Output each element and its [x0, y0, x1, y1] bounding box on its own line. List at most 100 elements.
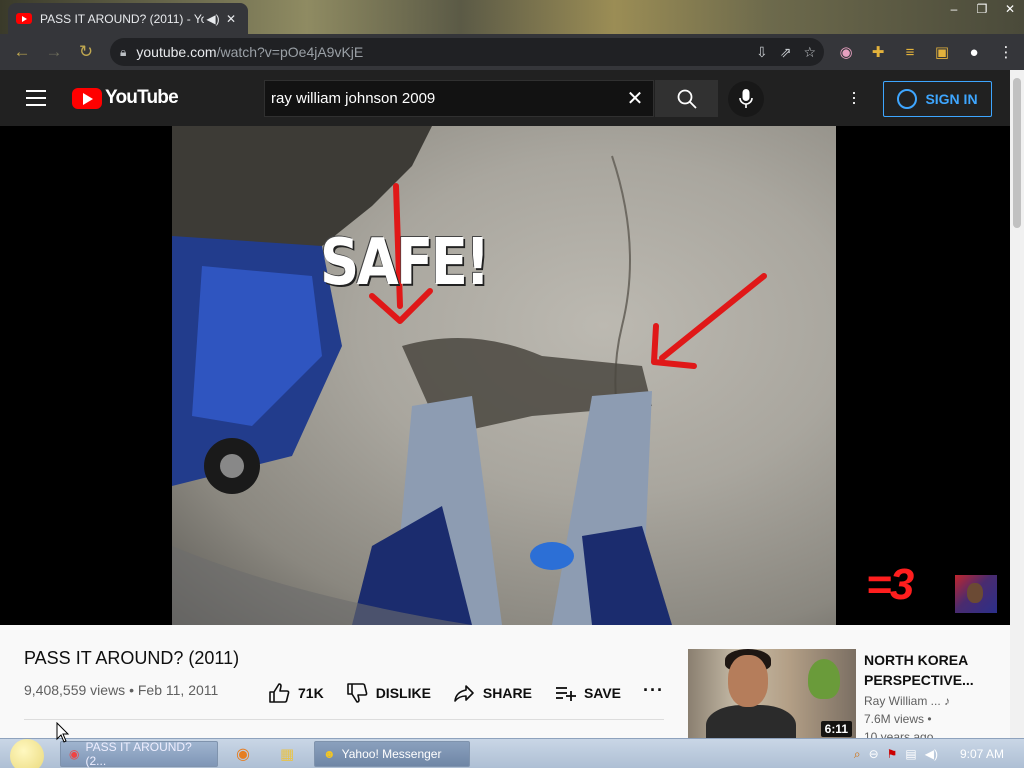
network-tray-icon[interactable]: ⊖ [869, 747, 879, 761]
save-label: SAVE [583, 685, 622, 701]
meta-separator: • [129, 682, 138, 698]
yahoo-messenger-icon: ☻ [323, 747, 336, 761]
dislike-label: DISLIKE [375, 685, 431, 701]
divider [24, 719, 664, 720]
thumbs-down-icon [346, 683, 368, 703]
system-tray: ⌕ ⊖ ⚑ ▤ ◀) 9:07 AM [854, 739, 1024, 768]
video-info-section: PASS IT AROUND? (2011) 9,408,559 views •… [0, 625, 1010, 744]
search-button[interactable] [655, 80, 718, 117]
taskbar-item-label: PASS IT AROUND? (2... [85, 740, 192, 768]
taskbar: ◉ PASS IT AROUND? (2... ◉ ▦ ☻ Yahoo! Mes… [0, 738, 1024, 768]
close-window-button[interactable]: ✕ [996, 0, 1024, 18]
screen: PASS IT AROUND? (2011) - YouTube ◀) ✕ – … [0, 0, 1024, 768]
search-input[interactable]: ray william johnson 2009 ✕ [264, 80, 654, 117]
url-host: youtube.com [136, 44, 217, 60]
side-panel-icon[interactable]: ▣ [926, 43, 958, 61]
taskbar-item-folder[interactable]: ▦ [272, 741, 302, 767]
taskbar-item-firefox[interactable]: ◉ [228, 741, 258, 767]
save-button[interactable]: SAVE [554, 682, 621, 704]
channel-watermark[interactable] [955, 575, 997, 613]
tab-title: PASS IT AROUND? (2011) - YouTube [40, 11, 204, 26]
volume-icon[interactable]: ◀) [925, 747, 938, 761]
search-tray-icon[interactable]: ⌕ [854, 747, 861, 762]
reload-icon[interactable]: ↻ [70, 36, 102, 68]
flag-extension-icon[interactable]: ◉ [830, 43, 862, 61]
bookmark-star-icon[interactable]: ☆ [803, 44, 816, 61]
chrome-icon: ◉ [69, 747, 80, 761]
folder-icon: ▦ [280, 746, 295, 763]
upload-date: Feb 11, 2011 [137, 682, 219, 698]
hamburger-menu-icon[interactable] [26, 90, 46, 106]
address-bar[interactable]: 🔒︎ youtube.com/watch?v=pOe4jA9vKjE ⇩ ⇗ ☆ [110, 38, 824, 66]
taskbar-item-chrome[interactable]: ◉ PASS IT AROUND? (2... [60, 740, 218, 768]
security-alert-icon[interactable]: ⚑ [887, 747, 898, 761]
url-text: youtube.com/watch?v=pOe4jA9vKjE [136, 44, 363, 60]
taskbar-clock: 9:07 AM [959, 747, 1004, 761]
firefox-icon: ◉ [236, 746, 250, 763]
video-frame [172, 126, 836, 625]
video-actions: 71K DISLIKE SHARE SAVE ··· [268, 680, 686, 704]
lock-icon: 🔒︎ [120, 44, 127, 59]
video-overlay-text: SAFE! [320, 226, 490, 300]
video-player[interactable]: SAFE! [0, 126, 1008, 625]
start-smiley-icon [10, 739, 44, 768]
display-tray-icon[interactable]: ▤ [905, 747, 916, 761]
like-button[interactable]: 71K [268, 682, 324, 704]
recommended-thumbnail[interactable]: 6:11 [688, 649, 856, 743]
chrome-menu-icon[interactable]: ⋮ [990, 43, 1022, 61]
recommended-view-count: 7.6M views [864, 712, 925, 726]
recommended-channel[interactable]: Ray William ... ♪ [864, 694, 950, 708]
taskbar-item-label: Yahoo! Messenger [341, 747, 442, 761]
page-scrollbar[interactable] [1010, 70, 1024, 738]
maximize-button[interactable]: ❐ [968, 0, 996, 18]
music-note-icon: ♪ [944, 694, 951, 708]
thumbnail-person-face [728, 655, 768, 707]
media-queue-icon[interactable]: ≡ [894, 44, 926, 61]
install-icon[interactable]: ⇩ [756, 44, 768, 61]
mouse-cursor-icon [56, 722, 70, 743]
settings-kebab-icon[interactable]: · · · [848, 83, 860, 111]
url-path: /watch?v=pOe4jA9vKjE [216, 44, 364, 60]
youtube-masthead: YouTube ray william johnson 2009 ✕ · · · S… [0, 70, 1010, 126]
sign-in-button[interactable]: SIGN IN [883, 81, 992, 117]
account-circle-icon [897, 89, 918, 109]
forward-icon[interactable]: → [38, 36, 70, 68]
scrollbar-thumb[interactable] [1013, 78, 1021, 228]
back-icon[interactable]: ← [6, 36, 38, 68]
share-label: SHARE [482, 685, 532, 701]
share-page-icon[interactable]: ⇗ [780, 44, 792, 61]
clear-search-icon[interactable]: ✕ [617, 86, 653, 111]
recommended-title[interactable]: NORTH KOREA PERSPECTIVE... [864, 650, 1004, 690]
youtube-logo[interactable]: YouTube [72, 87, 179, 109]
thumbs-up-icon [269, 683, 290, 703]
recommended-views: 7.6M views • [864, 712, 932, 726]
youtube-favicon-icon [16, 13, 32, 24]
extensions-area: ◉ ✚ ≡ ▣ ● ⋮ [830, 34, 1022, 70]
more-actions-icon[interactable]: ··· [643, 680, 664, 701]
profile-avatar-icon[interactable]: ● [958, 44, 990, 61]
youtube-wordmark: YouTube [105, 87, 179, 108]
video-title: PASS IT AROUND? (2011) [24, 648, 240, 668]
playlist-add-icon [555, 687, 576, 701]
youtube-play-logo-icon [72, 87, 102, 109]
view-count: 9,408,559 views [24, 682, 126, 698]
share-button[interactable]: SHARE [453, 682, 532, 704]
close-tab-icon[interactable]: ✕ [222, 12, 240, 26]
recommended-channel-name: Ray William ... [864, 694, 941, 708]
dislike-button[interactable]: DISLIKE [346, 682, 431, 704]
voice-search-button[interactable] [728, 81, 764, 117]
like-count: 71K [298, 685, 324, 701]
video-scene [172, 126, 767, 625]
window-controls: – ❐ ✕ [940, 0, 1024, 18]
search-query: ray william johnson 2009 [271, 90, 436, 107]
video-duration-badge: 6:11 [820, 721, 852, 737]
minimize-button[interactable]: – [940, 0, 968, 18]
share-arrow-icon [454, 685, 474, 702]
omnibox-actions: ⇩ ⇗ ☆ [756, 38, 816, 66]
microphone-icon [739, 89, 753, 108]
speaker-icon[interactable]: ◀) [204, 12, 222, 26]
start-button[interactable] [6, 739, 48, 768]
browser-tab[interactable]: PASS IT AROUND? (2011) - YouTube ◀) ✕ [8, 3, 248, 34]
puzzle-extension-icon[interactable]: ✚ [862, 43, 894, 61]
taskbar-item-yahoo-messenger[interactable]: ☻ Yahoo! Messenger [314, 741, 470, 767]
